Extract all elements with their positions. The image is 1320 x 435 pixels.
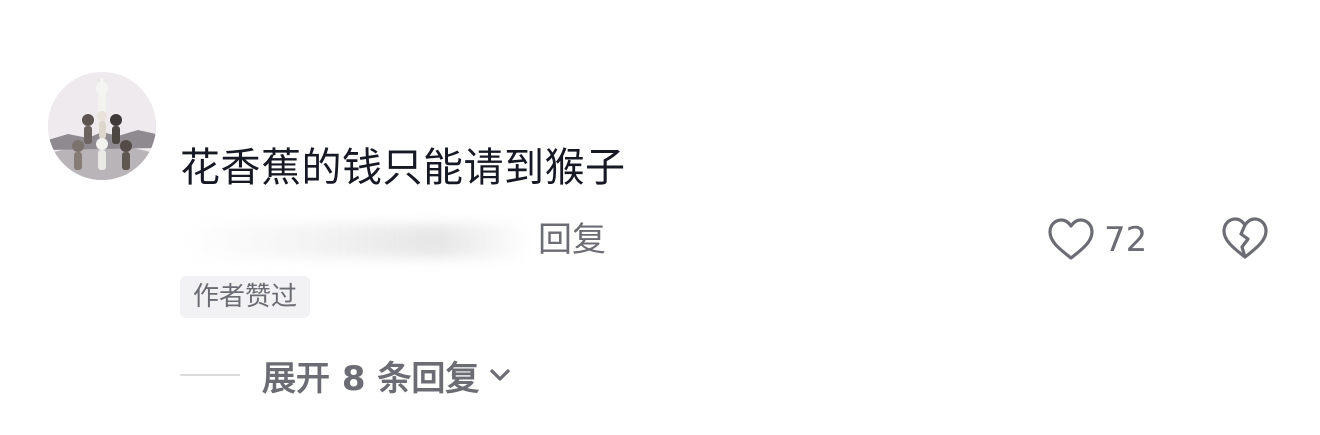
- broken-heart-icon: [1222, 217, 1268, 259]
- expand-divider: [180, 374, 240, 376]
- chevron-down-icon: [490, 369, 510, 381]
- dislike-button[interactable]: [1220, 214, 1270, 264]
- avatar[interactable]: [48, 72, 156, 180]
- like-count: 72: [1104, 220, 1148, 260]
- avatar-image: [48, 72, 156, 180]
- like-button[interactable]: 72: [1046, 214, 1147, 266]
- author-name[interactable]: [180, 82, 240, 110]
- heart-outline-icon: [1048, 218, 1094, 260]
- expand-replies-label: 展开 8 条回复: [262, 358, 480, 399]
- comment-text: 花香蕉的钱只能请到猴子: [180, 145, 626, 191]
- expand-replies-button[interactable]: 展开 8 条回复: [180, 350, 513, 400]
- comment-meta-redacted: [182, 224, 522, 258]
- reply-button[interactable]: 回复: [538, 218, 606, 262]
- author-liked-badge: 作者赞过: [180, 276, 311, 318]
